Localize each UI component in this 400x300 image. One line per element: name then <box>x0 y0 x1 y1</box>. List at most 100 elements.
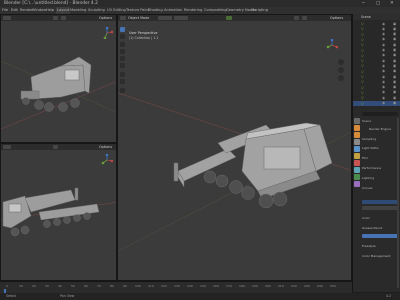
frame-tick: 130 <box>174 284 180 288</box>
render-camera-icon: ▣ <box>393 26 397 31</box>
modifier-tab-icon[interactable] <box>354 167 360 173</box>
visibility-eye-icon: ◉ <box>382 95 386 100</box>
workspace-tab-sculpting[interactable]: Sculpting <box>88 7 105 14</box>
frame-tick: 70 <box>97 284 101 288</box>
menu-file[interactable]: File <box>2 7 8 14</box>
workspace-tab-animation[interactable]: Animation <box>164 7 182 14</box>
menu-window[interactable]: Window <box>32 7 46 14</box>
workspace-tab-modeling[interactable]: Modeling <box>70 7 86 14</box>
view-layer-tab-icon[interactable] <box>354 139 360 145</box>
frame-tick: 200 <box>265 284 271 288</box>
navigation-gizmo[interactable] <box>101 27 113 39</box>
panel-lighting[interactable]: Lighting <box>362 176 374 180</box>
visibility-eye-icon: ◉ <box>382 63 386 68</box>
workspace-tab-rendering[interactable]: Rendering <box>184 7 202 14</box>
frame-tick: 50 <box>71 284 75 288</box>
panel-light-paths[interactable]: Light Paths <box>362 146 379 150</box>
navigation-gizmo[interactable] <box>101 154 113 166</box>
render-camera-icon: ▣ <box>393 101 397 105</box>
visibility-eye-icon: ◉ <box>382 42 386 47</box>
dropdown-field[interactable] <box>362 206 398 210</box>
outliner-scene-label: Scene <box>361 15 371 19</box>
material-tab-icon[interactable] <box>354 181 360 187</box>
panel-scene[interactable]: Scene <box>362 119 371 123</box>
visibility-eye-icon: ◉ <box>382 26 386 31</box>
camera-view-icon[interactable] <box>338 75 344 81</box>
status-select-hint: Select <box>6 294 16 298</box>
viewport-scene <box>118 92 351 252</box>
frame-tick: 210 <box>278 284 284 288</box>
frame-tick: 10 <box>19 284 23 288</box>
maximize-button[interactable]: □ <box>376 0 380 7</box>
frame-tick: 160 <box>213 284 219 288</box>
frame-tick: 220 <box>291 284 297 288</box>
truck-model <box>20 56 92 112</box>
render-camera-icon: ▣ <box>393 90 397 95</box>
editor-type-button[interactable] <box>3 16 11 20</box>
visibility-eye-icon: ◉ <box>382 85 386 90</box>
panel-performance[interactable]: Performance <box>362 166 381 170</box>
render-camera-icon: ▣ <box>393 85 397 90</box>
overlay-button[interactable] <box>294 16 299 20</box>
shading-button[interactable] <box>53 16 58 20</box>
object-tab-icon[interactable] <box>354 160 360 166</box>
editor-type-button[interactable] <box>3 145 11 149</box>
workspace-tab-shading[interactable]: Shading <box>148 7 163 14</box>
data-tab-icon[interactable] <box>354 174 360 180</box>
panel-color-management[interactable]: Color Management <box>362 254 391 258</box>
viewport-bottom-left[interactable]: Options <box>0 143 117 281</box>
select-menu[interactable] <box>174 16 188 20</box>
panel-grease-pencil[interactable]: Grease Pencil <box>362 226 382 230</box>
properties-scrollbar[interactable] <box>397 118 399 288</box>
properties-search-input[interactable] <box>362 112 398 116</box>
minimize-button[interactable]: ─ <box>362 0 365 7</box>
workspace-tab-layout[interactable]: Layout <box>56 7 71 14</box>
navigation-gizmo[interactable] <box>326 39 338 51</box>
frame-tick: 40 <box>58 284 62 288</box>
render-camera-icon: ▣ <box>393 32 397 37</box>
pan-view-icon[interactable] <box>338 67 344 73</box>
selected-dropdown[interactable] <box>362 200 398 204</box>
panel-curves[interactable]: Curves <box>362 186 372 190</box>
shading-solid-button[interactable] <box>302 16 307 20</box>
render-camera-icon: ▣ <box>393 37 397 42</box>
outliner-row-selected[interactable]: ▽ ◉ ▣ <box>353 100 400 106</box>
view-menu[interactable] <box>158 16 172 20</box>
workspace-tab-texture-paint[interactable]: Texture Paint <box>126 7 149 14</box>
frame-tick: 190 <box>252 284 258 288</box>
editor-type-button[interactable] <box>120 16 126 20</box>
status-bar: Select Pan View 4.2 <box>0 293 400 300</box>
menu-edit[interactable]: Edit <box>11 7 18 14</box>
visibility-eye-icon: ◉ <box>382 69 386 74</box>
tool-tab-icon[interactable] <box>354 118 360 124</box>
blue-value-field[interactable] <box>362 234 398 238</box>
frame-tick: 230 <box>304 284 310 288</box>
render-camera-icon: ▣ <box>393 48 397 52</box>
snapping-toggle[interactable] <box>226 16 232 20</box>
workspace-tab-compositing[interactable]: Compositing <box>204 7 227 14</box>
scene-tab-icon[interactable] <box>354 146 360 152</box>
panel-freestyle[interactable]: Freestyle <box>362 244 376 248</box>
mesh-icon: ▽ <box>361 101 364 106</box>
menu-render[interactable]: Render <box>20 7 33 14</box>
status-pan-hint: Pan View <box>60 294 75 298</box>
menu-help[interactable]: Help <box>46 7 54 14</box>
render-camera-icon: ▣ <box>393 74 397 79</box>
viewport-main[interactable]: Object Mode Options User Perspective (1)… <box>117 14 352 281</box>
frame-tick: 140 <box>187 284 193 288</box>
panel-color[interactable]: Color <box>362 216 370 220</box>
visibility-eye-icon: ◉ <box>382 79 386 84</box>
panel-sampling[interactable]: Sampling <box>362 137 376 141</box>
workspace-tab-uv-editing[interactable]: UV Editing <box>107 7 126 14</box>
viewport-top-left[interactable]: Options <box>0 14 117 143</box>
world-tab-icon[interactable] <box>354 153 360 159</box>
panel-film[interactable]: Film <box>362 156 368 160</box>
output-tab-icon[interactable] <box>354 132 360 138</box>
overlay-button[interactable] <box>61 16 66 20</box>
shading-button[interactable] <box>53 145 58 149</box>
frame-tick: 110 <box>148 284 154 288</box>
close-button[interactable]: ✕ <box>390 0 394 7</box>
workspace-tab-scripting[interactable]: Scripting <box>252 7 268 14</box>
zoom-view-icon[interactable] <box>338 59 344 65</box>
render-tab-icon[interactable] <box>354 125 360 131</box>
